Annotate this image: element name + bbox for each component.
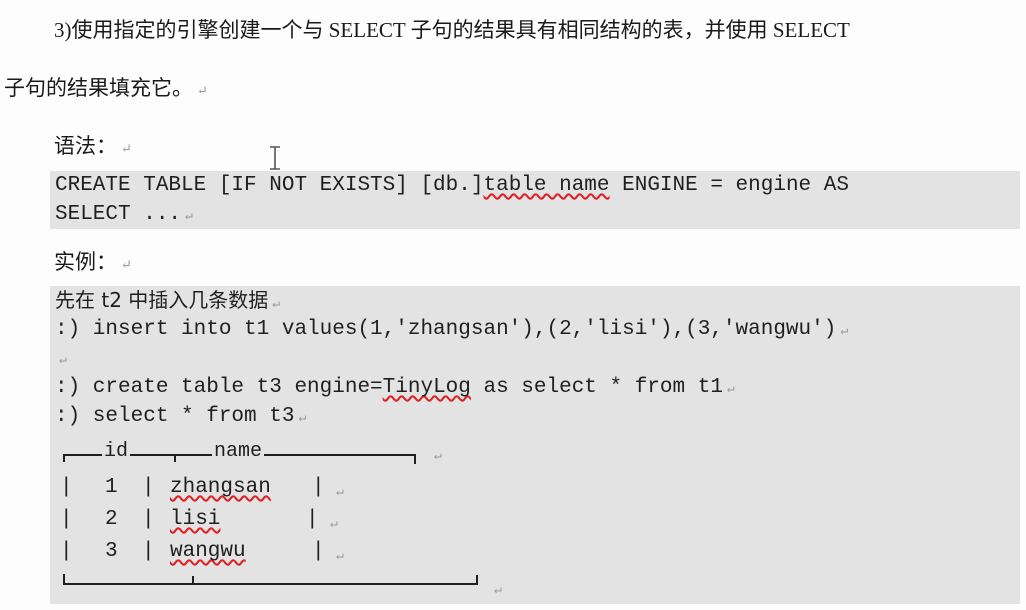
example-code-block: 先在 t2 中插入几条数据 ↵ :) insert into t1 values(…: [50, 286, 1020, 604]
paragraph-mark: ↵: [121, 257, 132, 272]
syntax-code-line-2: SELECT ... ↵: [55, 203, 193, 226]
syntax-code-block: CREATE TABLE [IF NOT EXISTS] [db.]table …: [50, 171, 1020, 229]
paragraph-mark: ↵: [434, 448, 442, 463]
syntax-label: 语法： ↵: [54, 134, 132, 158]
spellcheck-word: TinyLog: [382, 376, 471, 399]
insert-statement-line: :) insert into t1 values(1,'zhangsan'),(…: [55, 318, 849, 341]
spellcheck-word: table name: [483, 174, 610, 197]
empty-line: ↵: [50, 344, 1020, 373]
column-header-name: name: [212, 440, 265, 463]
heading-line-1: 3)使用指定的引擎创建一个与 SELECT 子句的结果具有相同结构的表，并使用 …: [54, 18, 850, 42]
paragraph-mark: ↵: [272, 296, 281, 311]
create-statement-line: :) create table t3 engine=TinyLog as sel…: [55, 376, 735, 399]
example-label: 实例： ↵: [54, 250, 132, 274]
paragraph-mark: ↵: [59, 352, 67, 367]
paragraph-mark: ↵: [197, 83, 208, 98]
example-intro-line: 先在 t2 中插入几条数据 ↵: [55, 288, 281, 312]
paragraph-mark: ↵: [840, 323, 849, 338]
syntax-code-line-1: CREATE TABLE [IF NOT EXISTS] [db.]table …: [55, 174, 849, 197]
paragraph-mark: ↵: [121, 141, 132, 156]
heading-line-2: 子句的结果填充它。 ↵: [4, 76, 208, 100]
paragraph-mark: ↵: [726, 381, 735, 396]
i-beam-cursor-icon: [270, 146, 280, 170]
paragraph-mark: ↵: [494, 582, 502, 597]
select-statement-line: :) select * from t3 ↵: [55, 405, 307, 428]
column-header-id: id: [102, 440, 131, 463]
paragraph-mark: ↵: [185, 208, 193, 223]
paragraph-mark: ↵: [298, 410, 307, 425]
